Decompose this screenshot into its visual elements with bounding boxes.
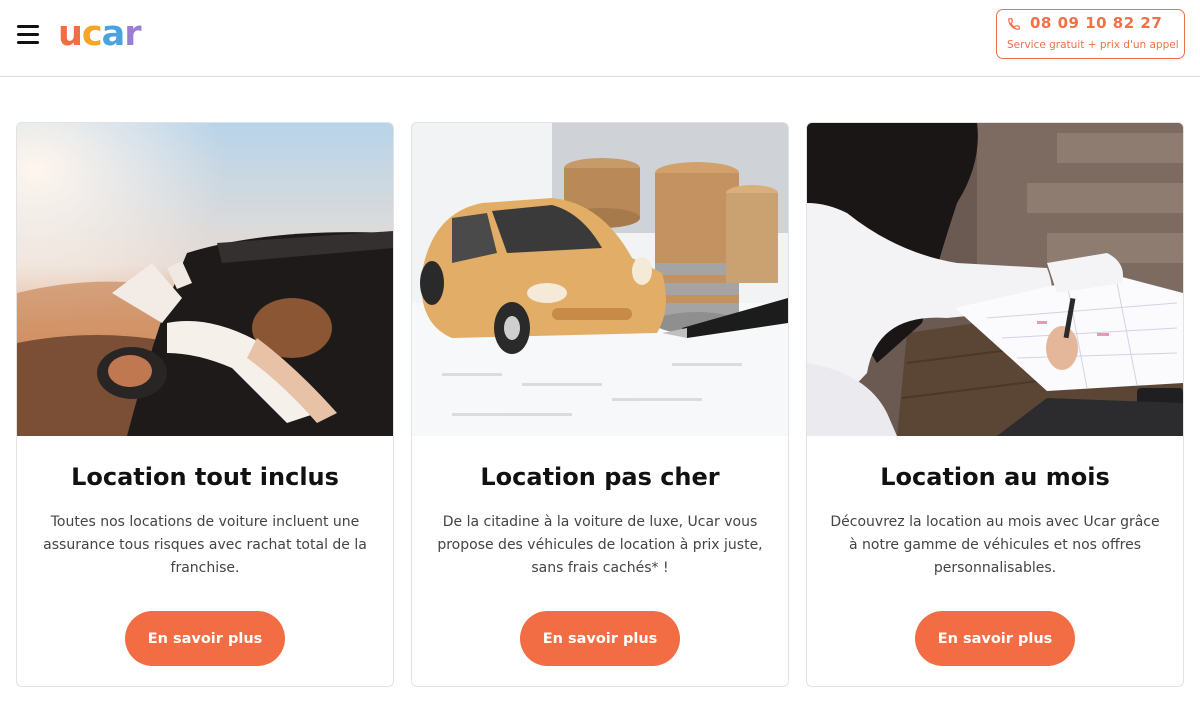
en-savoir-plus-button[interactable]: En savoir plus	[915, 611, 1075, 666]
en-savoir-plus-button[interactable]: En savoir plus	[520, 611, 680, 666]
card-description: De la citadine à la voiture de luxe, Uca…	[437, 514, 763, 576]
phone-number: 08 09 10 82 27	[1030, 14, 1163, 32]
card-description: Découvrez la location au mois avec Ucar …	[830, 514, 1160, 576]
logo-letter-u: u	[58, 14, 83, 54]
card-location-pas-cher: Location pas cher De la citadine à la vo…	[411, 122, 789, 687]
logo-letter-c: c	[81, 14, 103, 54]
card-description: Toutes nos locations de voiture incluent…	[43, 514, 367, 576]
card-title: Location au mois	[880, 463, 1110, 491]
convertible-car-photo	[17, 123, 393, 436]
logo-letter-a: a	[101, 14, 126, 54]
hamburger-menu-icon[interactable]	[17, 25, 39, 45]
toy-car-coins-photo	[412, 123, 788, 436]
card-title: Location tout inclus	[71, 463, 339, 491]
card-location-au-mois: Location au mois Découvrez la location a…	[806, 122, 1184, 687]
woman-calendar-photo	[807, 123, 1183, 436]
ucar-logo[interactable]: ucar	[58, 14, 142, 54]
card-location-tout-inclus: Location tout inclus Toutes nos location…	[16, 122, 394, 687]
phone-icon	[1008, 18, 1020, 30]
logo-letter-r: r	[124, 14, 141, 54]
en-savoir-plus-button[interactable]: En savoir plus	[125, 611, 285, 666]
site-header: ucar 08 09 10 82 27 Service gratuit + pr…	[0, 0, 1200, 77]
phone-contact-button[interactable]: 08 09 10 82 27 Service gratuit + prix d'…	[996, 9, 1185, 59]
card-title: Location pas cher	[480, 463, 720, 491]
phone-subtitle: Service gratuit + prix d'un appel	[1007, 39, 1179, 51]
